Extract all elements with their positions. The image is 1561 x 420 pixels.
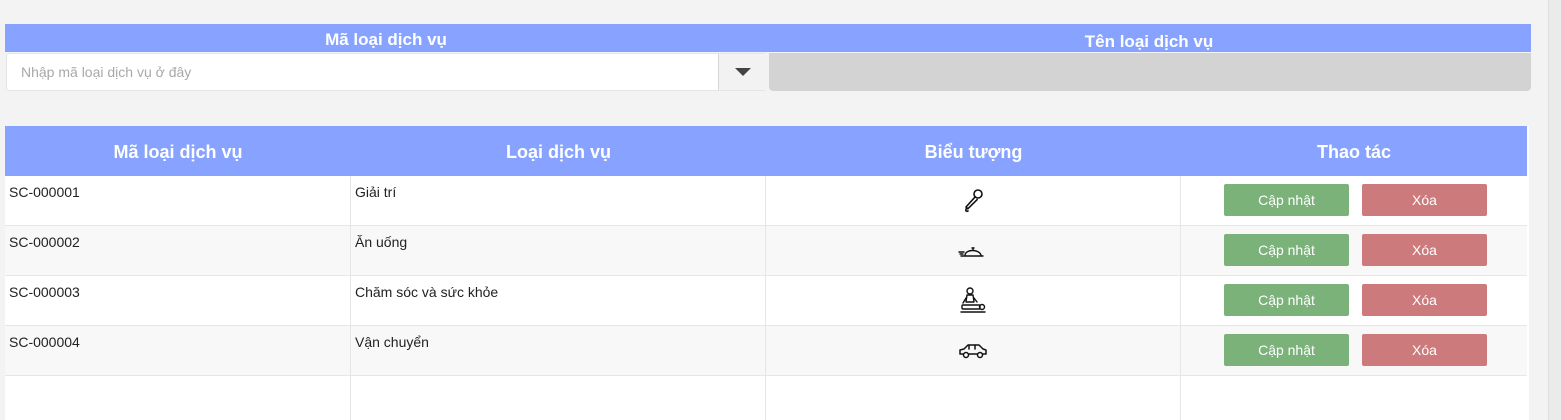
header-type[interactable]: Loại dịch vụ xyxy=(351,126,766,176)
header-code[interactable]: Mã loại dịch vụ xyxy=(5,126,351,176)
row-code: SC-000001 xyxy=(9,184,80,200)
row-code: SC-000004 xyxy=(9,334,80,350)
code-combobox[interactable] xyxy=(6,53,767,91)
table-row[interactable]: SC-000001 Giải trí Cập nhật Xóa xyxy=(5,176,1527,226)
row-code: SC-000003 xyxy=(9,284,80,300)
microphone-icon xyxy=(965,189,983,213)
row-code: SC-000002 xyxy=(9,234,80,250)
header-icon[interactable]: Biểu tượng xyxy=(766,126,1181,176)
code-input[interactable] xyxy=(7,54,719,90)
chevron-down-icon xyxy=(735,68,751,76)
update-button[interactable]: Cập nhật xyxy=(1224,184,1349,216)
delete-button[interactable]: Xóa xyxy=(1362,234,1487,266)
delete-button[interactable]: Xóa xyxy=(1362,334,1487,366)
update-button[interactable]: Cập nhật xyxy=(1224,334,1349,366)
scrollbar-track[interactable] xyxy=(1548,0,1561,420)
service-type-table: Mã loại dịch vụ Loại dịch vụ Biểu tượng … xyxy=(5,126,1529,420)
massage-icon xyxy=(960,287,986,313)
name-label: Tên loại dịch vụ xyxy=(1084,32,1214,51)
header-actions: Thao tác xyxy=(1316,142,1391,162)
service-type-form: Mã loại dịch vụ Tên loại dịch vụ xyxy=(5,24,1531,91)
delete-button[interactable]: Xóa xyxy=(1362,284,1487,316)
food-cloche-icon xyxy=(958,247,984,257)
code-dropdown-button[interactable] xyxy=(718,54,767,90)
row-type: Chăm sóc và sức khỏe xyxy=(355,284,499,300)
table-row[interactable]: SC-000004 Vận chuyển Cập nhật Xóa xyxy=(5,326,1527,376)
table-header: Mã loại dịch vụ Loại dịch vụ Biểu tượng … xyxy=(5,126,1527,176)
update-button[interactable]: Cập nhật xyxy=(1224,284,1349,316)
row-type: Ăn uống xyxy=(355,234,408,250)
row-type: Vận chuyển xyxy=(355,334,429,350)
table-row[interactable]: SC-000002 Ăn uống Cập nhật Xóa xyxy=(5,226,1527,276)
table-row[interactable]: SC-000003 Chăm sóc và sức khỏe Cập nhật … xyxy=(5,276,1527,326)
name-field xyxy=(769,53,1531,91)
code-label: Mã loại dịch vụ xyxy=(325,30,447,49)
row-type: Giải trí xyxy=(355,184,397,200)
delete-button[interactable]: Xóa xyxy=(1362,184,1487,216)
form-header: Mã loại dịch vụ Tên loại dịch vụ xyxy=(5,24,1531,52)
car-icon xyxy=(959,344,987,359)
update-button[interactable]: Cập nhật xyxy=(1224,234,1349,266)
empty-row xyxy=(5,376,1527,420)
